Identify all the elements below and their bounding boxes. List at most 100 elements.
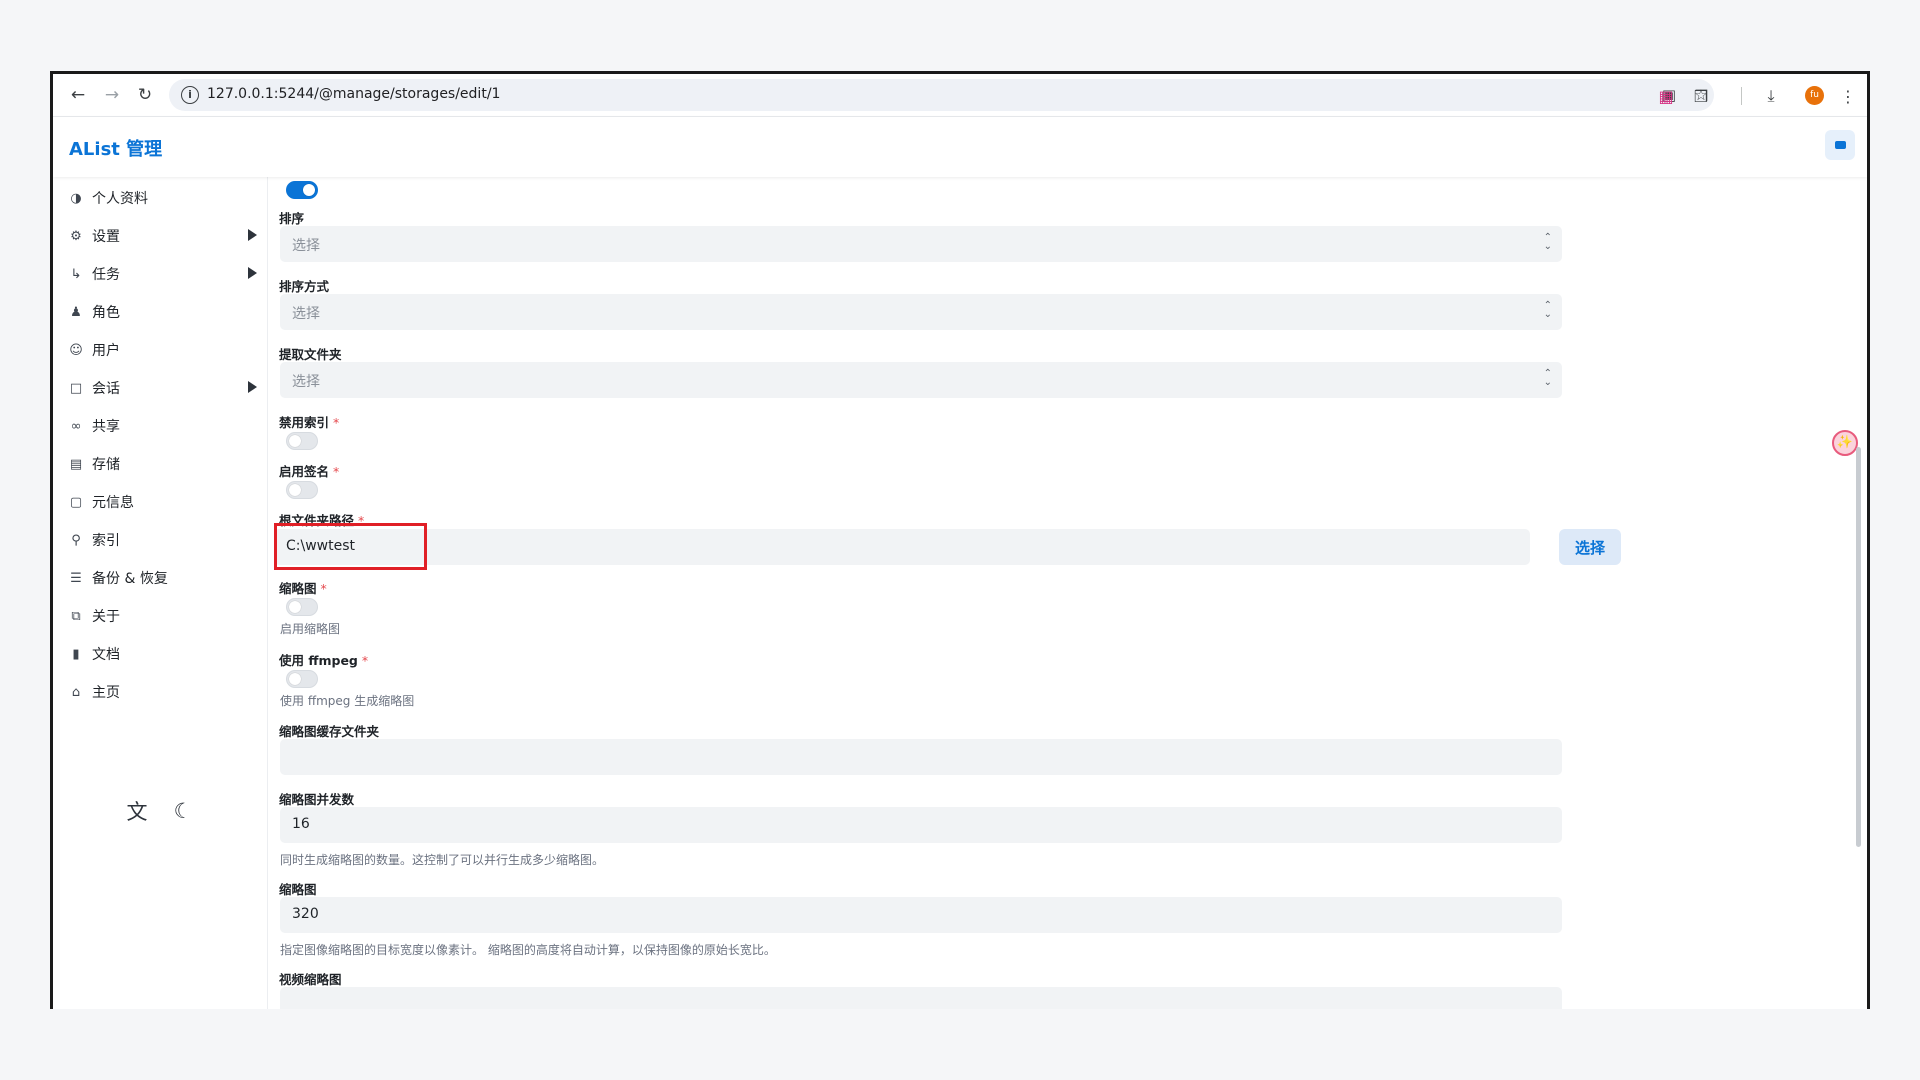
thumb-pixel-value: 320 (292, 906, 319, 922)
database-icon: ☰ (70, 570, 82, 586)
app-brand[interactable]: AList 管理 (69, 135, 162, 161)
sidebar-item-backup-restore[interactable]: ☰ 备份 & 恢复 (67, 563, 257, 593)
sidebar-item-users[interactable]: ☺ 用户 (67, 335, 257, 365)
sidebar-item-metas[interactable]: ▢ 元信息 (67, 487, 257, 517)
scrollbar-thumb[interactable] (1856, 447, 1861, 847)
sidebar-item-home[interactable]: ⌂ 主页 (67, 677, 257, 707)
sidebar-item-label: 共享 (92, 419, 120, 435)
extension-icon[interactable]: ▦ (1653, 83, 1679, 109)
site-info-icon[interactable]: i (181, 86, 199, 104)
sort-direction-label: 排序方式 (279, 279, 330, 294)
required-mark: * (333, 464, 340, 479)
sidebar-item-label: 任务 (92, 267, 120, 283)
disable-index-toggle[interactable] (286, 432, 318, 450)
thumbnail-text: 缩略图 (279, 581, 317, 596)
role-icon: ♟ (70, 304, 82, 320)
sidebar-item-label: 个人资料 (92, 191, 148, 207)
enable-sign-text: 启用签名 (279, 464, 330, 479)
address-bar[interactable]: i 127.0.0.1:5244/@manage/storages/edit/1… (169, 79, 1714, 111)
use-ffmpeg-text: 使用 ffmpeg (279, 653, 358, 668)
download-icon[interactable]: ⤓ (1758, 83, 1784, 109)
use-ffmpeg-toggle[interactable] (286, 670, 318, 688)
forward-arrow-icon[interactable]: → (99, 82, 125, 108)
sidebar-item-label: 文档 (92, 647, 120, 663)
moon-icon[interactable]: ☾ (169, 797, 197, 825)
choose-folder-button[interactable]: 选择 (1559, 529, 1621, 565)
sidebar-item-docs[interactable]: ▮ 文档 (67, 639, 257, 669)
extensions-puzzle-icon[interactable]: ❒ (1688, 83, 1714, 109)
video-thumb-input[interactable] (280, 987, 1562, 1009)
url-text[interactable]: 127.0.0.1:5244/@manage/storages/edit/1 (207, 86, 500, 102)
toggle-switch-on[interactable] (286, 181, 318, 199)
enable-sign-toggle[interactable] (286, 481, 318, 499)
home-icon: ⌂ (71, 684, 81, 700)
reload-icon[interactable]: ↻ (132, 82, 158, 108)
sort-select[interactable]: 选择 ⌃ ⌄ (280, 226, 1562, 262)
required-mark: * (361, 653, 369, 668)
red-highlight-box (274, 523, 427, 570)
chat-icon: □ (69, 380, 83, 396)
extract-folder-select[interactable]: 选择 ⌃ ⌄ (280, 362, 1562, 398)
sort-direction-select[interactable]: 选择 ⌃ ⌄ (280, 294, 1562, 330)
sidebar-item-storages[interactable]: ▤ 存储 (67, 449, 257, 479)
expand-arrow-icon[interactable] (248, 267, 257, 279)
floating-assistant-icon[interactable]: ✨ (1832, 430, 1858, 456)
sidebar-item-sessions[interactable]: □ 会话 (67, 373, 257, 403)
sidebar-item-tasks[interactable]: ↳ 任务 (67, 259, 257, 289)
sidebar-item-label: 存储 (92, 457, 120, 473)
meta-icon: ▢ (69, 494, 83, 510)
profile-avatar[interactable]: fu (1805, 86, 1824, 105)
logout-button[interactable] (1825, 130, 1855, 160)
disable-index-label: 禁用索引 * (279, 412, 339, 431)
chevron-updown-icon: ⌃ ⌄ (1543, 232, 1552, 252)
sidebar-item-label: 设置 (92, 229, 120, 245)
sidebar-item-indexes[interactable]: ⚲ 索引 (67, 525, 257, 555)
sidebar-item-about[interactable]: ⧉ 关于 (67, 601, 257, 631)
toolbar-divider (1741, 87, 1742, 105)
book-icon: ▮ (72, 646, 80, 662)
logout-icon (1834, 141, 1846, 149)
thumb-concurrency-input[interactable]: 16 (280, 807, 1562, 843)
sidebar-item-roles[interactable]: ♟ 角色 (67, 297, 257, 327)
gear-icon: ⚙ (70, 228, 82, 244)
thumb-cache-folder-input[interactable] (280, 739, 1562, 775)
storage-edit-form: 排序 选择 ⌃ ⌄ 排序方式 选择 ⌃ ⌄ 提取文件夹 选择 ⌃ ⌄ 禁用索引 * 启用… (268, 177, 1861, 1009)
expand-arrow-icon[interactable] (248, 381, 257, 393)
sidebar-item-label: 主页 (92, 685, 120, 701)
sidebar-item-label: 用户 (92, 343, 120, 359)
sort-placeholder: 选择 (292, 238, 320, 254)
use-ffmpeg-help: 使用 ffmpeg 生成缩略图 (280, 694, 415, 708)
globe-icon: ◑ (70, 190, 82, 206)
sidebar-item-shares[interactable]: ∞ 共享 (67, 411, 257, 441)
extract-folder-placeholder: 选择 (292, 374, 320, 390)
search-icon: ⚲ (71, 532, 81, 548)
task-flow-icon: ↳ (70, 266, 82, 282)
root-folder-path-input[interactable]: C:\wwtest (274, 529, 1530, 565)
sidebar-item-label: 角色 (92, 305, 120, 321)
sidebar-item-label: 备份 & 恢复 (92, 571, 168, 587)
copy-icon: ⧉ (71, 608, 81, 624)
sort-direction-placeholder: 选择 (292, 306, 320, 322)
sidebar-item-profile[interactable]: ◑ 个人资料 (67, 183, 257, 213)
sidebar-item-label: 索引 (92, 533, 120, 549)
video-thumb-label: 视频缩略图 (279, 972, 342, 987)
expand-arrow-icon[interactable] (248, 229, 257, 241)
chevron-updown-icon: ⌃ ⌄ (1543, 368, 1552, 388)
sort-label: 排序 (279, 211, 305, 226)
sidebar-item-settings[interactable]: ⚙ 设置 (67, 221, 257, 251)
thumb-pixel-label: 缩略图 (279, 882, 317, 897)
thumbnail-toggle[interactable] (286, 598, 318, 616)
browser-window: ← → ↻ i 127.0.0.1:5244/@manage/storages/… (50, 71, 1870, 1009)
disable-index-text: 禁用索引 (279, 415, 330, 430)
kebab-menu-icon[interactable]: ⋮ (1835, 83, 1861, 109)
user-circle-icon: ☺ (69, 342, 83, 358)
translate-icon[interactable]: 文 (123, 797, 151, 825)
thumb-cache-folder-label: 缩略图缓存文件夹 (279, 724, 380, 739)
sidebar-tools: 文 ☾ (123, 797, 197, 825)
required-mark: * (320, 581, 327, 596)
required-mark: * (333, 415, 340, 430)
back-arrow-icon[interactable]: ← (65, 82, 91, 108)
enable-sign-label: 启用签名 * (279, 461, 339, 480)
sidebar-item-label: 会话 (92, 381, 120, 397)
thumb-pixel-input[interactable]: 320 (280, 897, 1562, 933)
